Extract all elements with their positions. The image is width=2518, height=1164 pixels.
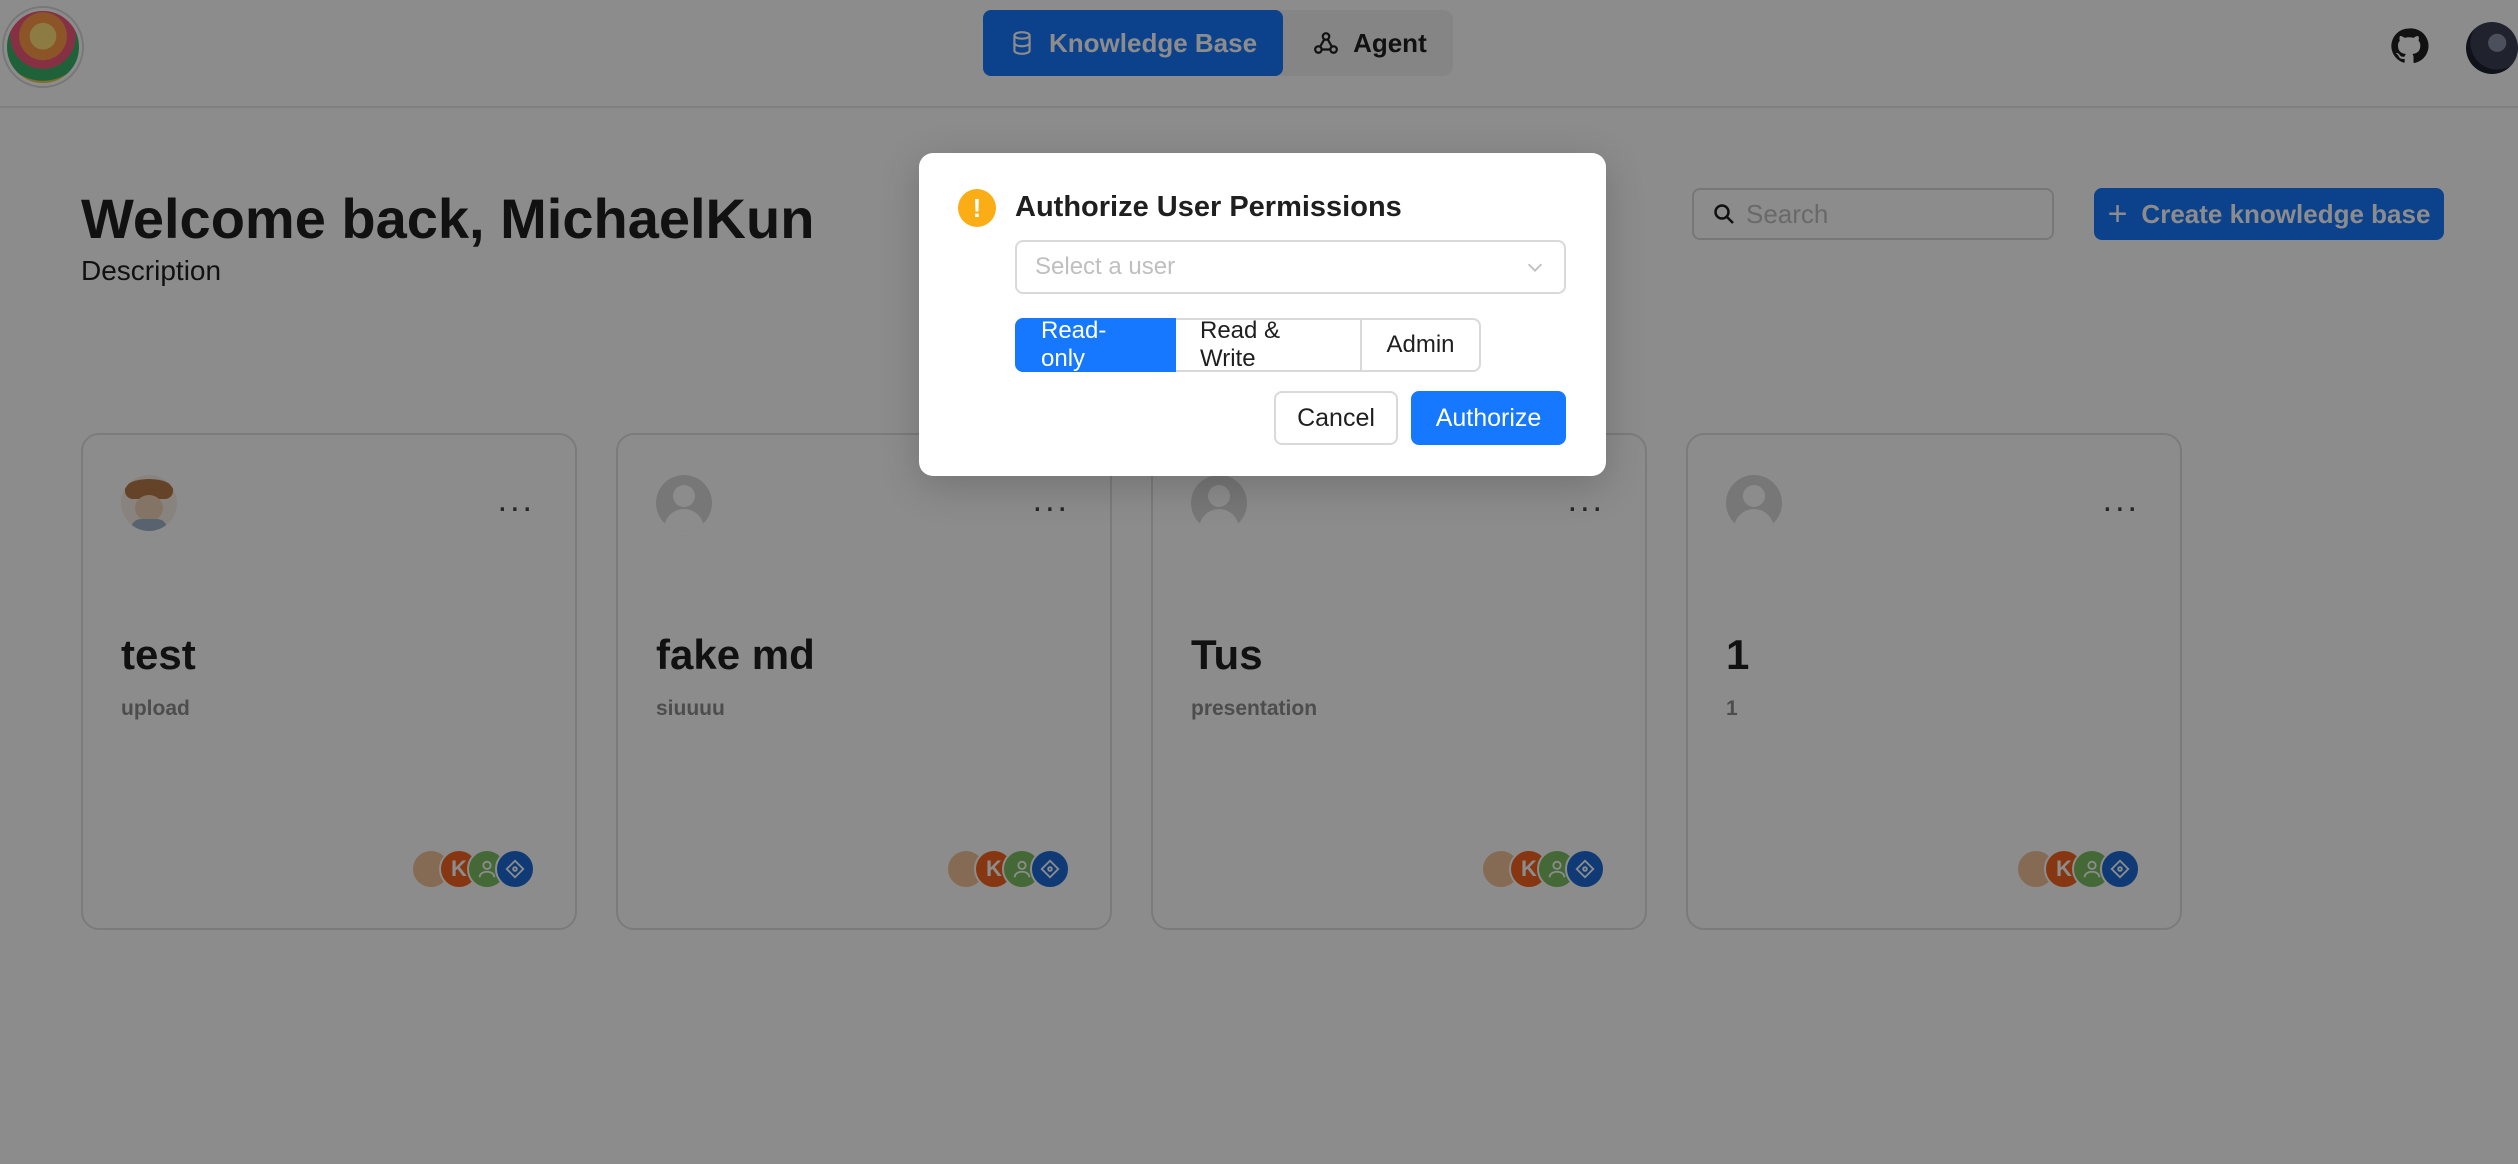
permission-selector: Read-only Read & Write Admin bbox=[1015, 317, 1481, 372]
chevron-down-icon bbox=[1527, 263, 1543, 272]
user-select-placeholder: Select a user bbox=[1035, 253, 1176, 280]
cancel-button[interactable]: Cancel bbox=[1274, 391, 1398, 445]
permission-read-write[interactable]: Read & Write bbox=[1174, 317, 1362, 372]
authorize-button[interactable]: Authorize bbox=[1411, 391, 1566, 445]
modal-title: Authorize User Permissions bbox=[1015, 191, 1402, 223]
user-select[interactable]: Select a user bbox=[1015, 240, 1566, 294]
warning-icon: ! bbox=[958, 189, 996, 227]
authorize-permissions-modal: ! Authorize User Permissions Select a us… bbox=[919, 153, 1606, 476]
permission-read-only[interactable]: Read-only bbox=[1015, 317, 1176, 372]
permission-admin[interactable]: Admin bbox=[1360, 318, 1481, 372]
